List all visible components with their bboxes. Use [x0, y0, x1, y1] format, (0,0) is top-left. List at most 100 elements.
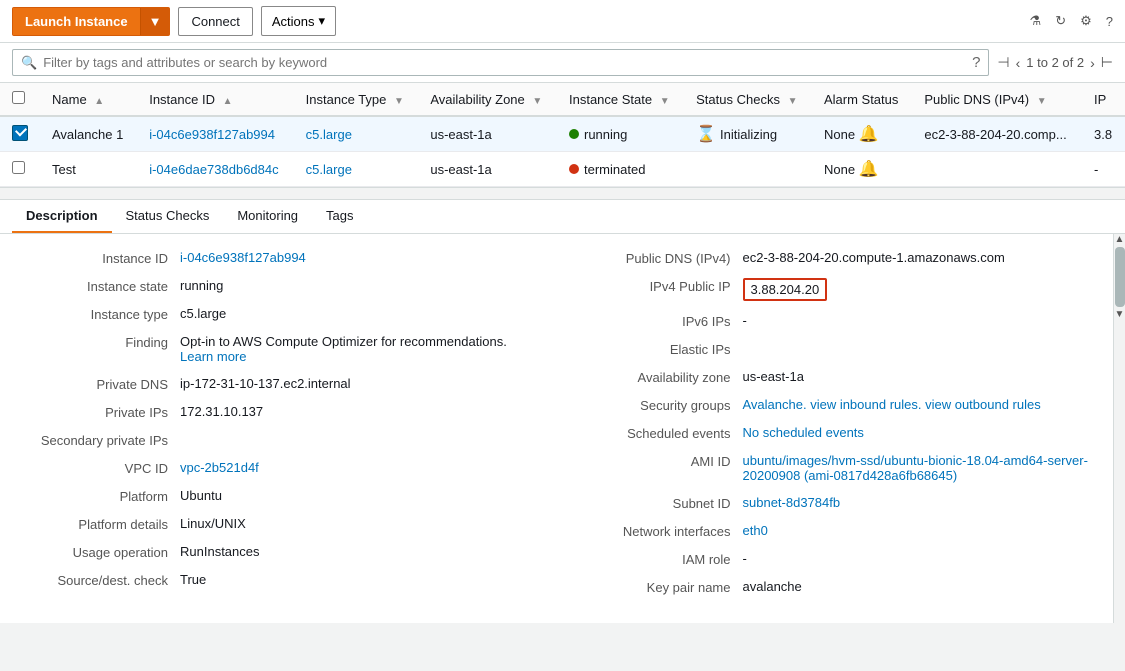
instance-type-link[interactable]: c5.large — [306, 162, 352, 177]
flask-icon[interactable]: ⚗ — [1030, 13, 1042, 29]
desc-value: - — [743, 551, 1106, 566]
desc-label: IPv4 Public IP — [583, 278, 743, 294]
table-row[interactable]: Testi-04e6dae738db6d84cc5.largeus-east-1… — [0, 152, 1125, 187]
desc-row: Source/dest. checkTrue — [20, 572, 543, 588]
horizontal-scrollbar[interactable] — [0, 188, 1125, 200]
desc-value[interactable]: Avalanche. view inbound rules. view outb… — [743, 397, 1106, 412]
vertical-scrollbar[interactable]: ▲ ▼ — [1113, 234, 1125, 623]
tab-description[interactable]: Description — [12, 200, 112, 233]
desc-label: Source/dest. check — [20, 572, 180, 588]
col-alarm-status[interactable]: Alarm Status — [812, 83, 912, 116]
desc-row: Security groupsAvalanche. view inbound r… — [583, 397, 1106, 413]
search-bar: 🔍 ? ⊣ ‹ 1 to 2 of 2 › ⊢ — [0, 43, 1125, 83]
row-checkbox-cell[interactable] — [0, 116, 40, 152]
desc-row: Subnet IDsubnet-8d3784fb — [583, 495, 1106, 511]
row-instance-id[interactable]: i-04e6dae738db6d84c — [137, 152, 293, 187]
search-help-icon[interactable]: ? — [972, 54, 980, 71]
row-instance-state: terminated — [557, 152, 684, 187]
row-ip: 3.8 — [1082, 116, 1125, 152]
instance-type-link[interactable]: c5.large — [306, 127, 352, 142]
detail-tabs: DescriptionStatus ChecksMonitoringTags — [0, 200, 1125, 234]
row-availability-zone: us-east-1a — [418, 152, 557, 187]
connect-button[interactable]: Connect — [178, 7, 252, 36]
scroll-up[interactable]: ▲ — [1114, 234, 1125, 245]
col-instance-type[interactable]: Instance Type ▼ — [294, 83, 419, 116]
desc-row: VPC IDvpc-2b521d4f — [20, 460, 543, 476]
row-select-checkbox[interactable] — [12, 161, 25, 174]
desc-label: Instance ID — [20, 250, 180, 266]
pagination-first[interactable]: ⊣ — [997, 54, 1009, 71]
launch-instance-button[interactable]: Launch Instance ▼ — [12, 7, 170, 36]
row-instance-type[interactable]: c5.large — [294, 116, 419, 152]
desc-row: Instance staterunning — [20, 278, 543, 294]
col-status-checks[interactable]: Status Checks ▼ — [684, 83, 812, 116]
select-all-checkbox[interactable] — [12, 91, 25, 104]
desc-value[interactable]: i-04c6e938f127ab994 — [180, 250, 543, 265]
status-dot-green — [569, 129, 579, 139]
row-availability-zone: us-east-1a — [418, 116, 557, 152]
row-alarm-status: None 🔔 — [812, 152, 912, 187]
select-all-header[interactable] — [0, 83, 40, 116]
desc-col-right: Public DNS (IPv4)ec2-3-88-204-20.compute… — [583, 250, 1106, 607]
settings-icon[interactable]: ⚙ — [1080, 13, 1092, 29]
row-instance-id[interactable]: i-04c6e938f127ab994 — [137, 116, 293, 152]
desc-label: Instance type — [20, 306, 180, 322]
desc-value[interactable]: eth0 — [743, 523, 1106, 538]
desc-label: Secondary private IPs — [20, 432, 180, 448]
pagination-prev[interactable]: ‹ — [1016, 55, 1021, 71]
tab-status-checks[interactable]: Status Checks — [112, 200, 224, 233]
col-ip[interactable]: IP — [1082, 83, 1125, 116]
desc-value[interactable]: subnet-8d3784fb — [743, 495, 1106, 510]
col-name[interactable]: Name ▲ — [40, 83, 137, 116]
tab-tags[interactable]: Tags — [312, 200, 367, 233]
col-public-dns[interactable]: Public DNS (IPv4) ▼ — [912, 83, 1082, 116]
desc-label: AMI ID — [583, 453, 743, 469]
desc-row: Availability zoneus-east-1a — [583, 369, 1106, 385]
desc-label: Subnet ID — [583, 495, 743, 511]
desc-row: AMI IDubuntu/images/hvm-ssd/ubuntu-bioni… — [583, 453, 1106, 483]
help-icon[interactable]: ? — [1106, 14, 1113, 29]
instance-id-link[interactable]: i-04c6e938f127ab994 — [149, 127, 275, 142]
launch-instance-dropdown[interactable]: ▼ — [140, 8, 170, 35]
scroll-down[interactable]: ▼ — [1114, 309, 1125, 320]
pagination-next[interactable]: › — [1090, 55, 1095, 71]
pagination-info: ⊣ ‹ 1 to 2 of 2 › ⊢ — [997, 54, 1113, 71]
row-checkbox-cell[interactable] — [0, 152, 40, 187]
row-instance-type[interactable]: c5.large — [294, 152, 419, 187]
instance-state-text: terminated — [584, 162, 645, 177]
pagination-last[interactable]: ⊢ — [1101, 54, 1113, 71]
col-availability-zone[interactable]: Availability Zone ▼ — [418, 83, 557, 116]
tab-monitoring[interactable]: Monitoring — [223, 200, 312, 233]
desc-value: Linux/UNIX — [180, 516, 543, 531]
col-instance-state[interactable]: Instance State ▼ — [557, 83, 684, 116]
instance-id-link[interactable]: i-04e6dae738db6d84c — [149, 162, 278, 177]
refresh-icon[interactable]: ↻ — [1055, 13, 1066, 29]
actions-button[interactable]: Actions ▾ — [261, 6, 336, 36]
row-instance-state: running — [557, 116, 684, 152]
desc-value[interactable]: ubuntu/images/hvm-ssd/ubuntu-bionic-18.0… — [743, 453, 1106, 483]
desc-label: Key pair name — [583, 579, 743, 595]
table-row[interactable]: Avalanche 1i-04c6e938f127ab994c5.largeus… — [0, 116, 1125, 152]
launch-instance-main[interactable]: Launch Instance — [13, 8, 140, 35]
desc-value: 3.88.204.20 — [743, 278, 1106, 301]
scrollbar-thumb[interactable] — [1115, 247, 1125, 307]
desc-row: Platform detailsLinux/UNIX — [20, 516, 543, 532]
instance-state-text: running — [584, 127, 627, 142]
desc-value: RunInstances — [180, 544, 543, 559]
toolbar: Launch Instance ▼ Connect Actions ▾ ⚗ ↻ … — [0, 0, 1125, 43]
desc-row: Private IPs172.31.10.137 — [20, 404, 543, 420]
search-input-wrap: 🔍 ? — [12, 49, 989, 76]
desc-row: IAM role- — [583, 551, 1106, 567]
row-alarm-status: None 🔔 — [812, 116, 912, 152]
desc-row: Instance typec5.large — [20, 306, 543, 322]
learn-more-link[interactable]: Learn more — [180, 349, 246, 364]
search-input[interactable] — [43, 55, 966, 70]
desc-value[interactable]: No scheduled events — [743, 425, 1106, 440]
desc-label: Platform details — [20, 516, 180, 532]
desc-label: Usage operation — [20, 544, 180, 560]
row-public-dns: ec2-3-88-204-20.comp... — [912, 116, 1082, 152]
desc-value[interactable]: vpc-2b521d4f — [180, 460, 543, 475]
table-header-row: Name ▲ Instance ID ▲ Instance Type ▼ Ava… — [0, 83, 1125, 116]
col-instance-id[interactable]: Instance ID ▲ — [137, 83, 293, 116]
desc-value: ip-172-31-10-137.ec2.internal — [180, 376, 543, 391]
